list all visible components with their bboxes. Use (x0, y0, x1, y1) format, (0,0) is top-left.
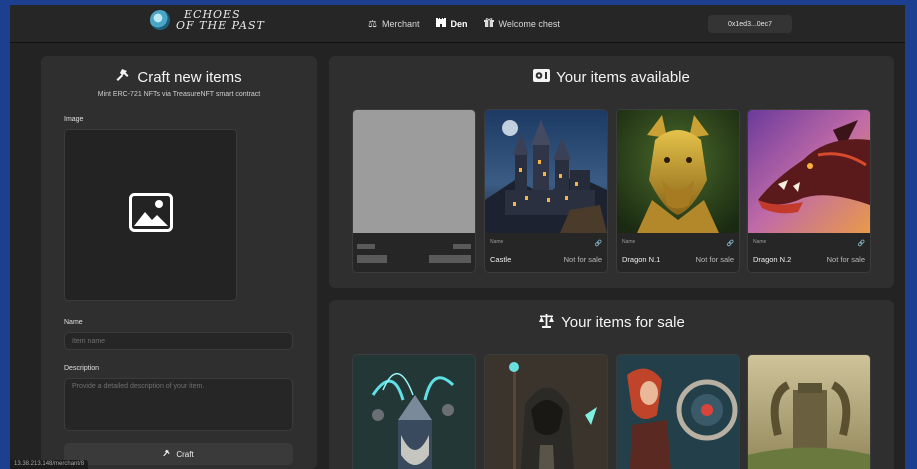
for-sale-title: Your items for sale (329, 313, 894, 332)
link-icon: 🔗 (726, 241, 734, 247)
item-meta: Name 🔗 Dragon N.1 Not for sale (617, 233, 739, 272)
name-caption: Name (622, 239, 636, 245)
image-upload-area[interactable] (64, 129, 237, 301)
red-hair-warrior-image (617, 355, 739, 469)
app-logo[interactable]: ECHOES OF THE PAST (150, 9, 265, 31)
logo-line-2: OF THE PAST (176, 19, 265, 32)
sale-card-dwarf-wizard[interactable] (352, 354, 476, 469)
item-status: Not for sale (826, 255, 865, 264)
nav-links: ⚖ Merchant Den Welcome chest (368, 5, 560, 43)
hammer-icon (163, 449, 171, 459)
sale-card-red-hair-warrior[interactable] (616, 354, 740, 469)
item-card-loading (352, 109, 476, 273)
top-navbar: ECHOES OF THE PAST ⚖ Merchant Den Welcom… (10, 5, 905, 43)
craft-panel: Craft new items Mint ERC-721 NFTs via Tr… (41, 56, 317, 469)
nav-item-merchant[interactable]: ⚖ Merchant (368, 19, 420, 30)
wallet-icon (533, 68, 551, 87)
skeleton-bar (429, 255, 471, 263)
dwarf-wizard-image (353, 355, 475, 469)
nav-item-label: Den (450, 19, 468, 29)
link-icon: 🔗 (594, 241, 602, 247)
red-dragon-image (748, 110, 870, 233)
craft-button[interactable]: Craft (64, 443, 293, 465)
item-name: Dragon N.1 (622, 255, 661, 264)
name-caption: Name (490, 239, 504, 245)
orb-logo-icon (150, 10, 170, 30)
nav-item-welcome-chest[interactable]: Welcome chest (483, 18, 560, 30)
scale-icon (538, 313, 555, 332)
item-image-placeholder (353, 110, 475, 233)
description-label: Description (64, 365, 100, 372)
castle-icon (435, 18, 446, 30)
item-status: Not for sale (695, 255, 734, 264)
scale-icon: ⚖ (368, 18, 377, 30)
name-caption: Name (753, 239, 767, 245)
skeleton-bar (453, 244, 471, 249)
item-card-dragon-1[interactable]: Name 🔗 Dragon N.1 Not for sale (616, 109, 740, 273)
craft-title-text: Craft new items (137, 68, 242, 86)
ancient-ruins-image (748, 355, 870, 469)
available-title-text: Your items available (556, 69, 690, 86)
item-status: Not for sale (563, 255, 602, 264)
skeleton-bar (357, 244, 375, 249)
description-textarea[interactable] (64, 378, 293, 431)
items-for-sale-panel: Your items for sale (329, 300, 894, 469)
image-label: Image (64, 116, 84, 123)
sale-card-ancient-ruins[interactable] (747, 354, 871, 469)
item-meta: Name 🔗 Dragon N.2 Not for sale (748, 233, 870, 272)
wallet-address: 0x1ed3...0ec7 (728, 20, 772, 28)
item-meta-skeleton (353, 233, 475, 272)
hooded-mage-image (485, 355, 607, 469)
skeleton-bar (357, 255, 387, 263)
logo-wordmark: ECHOES OF THE PAST (176, 9, 265, 31)
available-items-panel: Your items available Name 🔗 Castle Not f… (329, 56, 894, 288)
nav-item-den[interactable]: Den (435, 18, 468, 30)
nav-item-label: Merchant (381, 19, 420, 29)
hammer-icon (116, 68, 131, 86)
wallet-address-button[interactable]: 0x1ed3...0ec7 (708, 15, 792, 33)
available-title: Your items available (329, 68, 894, 87)
window-frame-right (905, 0, 917, 469)
for-sale-title-text: Your items for sale (561, 314, 685, 331)
sale-card-hooded-mage[interactable] (484, 354, 608, 469)
craft-button-label: Craft (176, 449, 194, 459)
item-card-castle[interactable]: Name 🔗 Castle Not for sale (484, 109, 608, 273)
item-meta: Name 🔗 Castle Not for sale (485, 233, 607, 272)
item-name-input[interactable] (64, 332, 293, 350)
browser-status-url: 13.38.213.148/merchant/8 (10, 460, 89, 469)
name-label: Name (64, 319, 83, 326)
castle-image (485, 110, 607, 233)
golden-dragon-image (617, 110, 739, 233)
item-name: Dragon N.2 (753, 255, 792, 264)
item-name: Castle (490, 255, 512, 264)
nav-item-label: Welcome chest (498, 19, 560, 29)
link-icon: 🔗 (857, 241, 865, 247)
item-card-dragon-2[interactable]: Name 🔗 Dragon N.2 Not for sale (747, 109, 871, 273)
image-placeholder-icon (128, 193, 173, 237)
craft-subtitle: Mint ERC-721 NFTs via TreasureNFT smart … (97, 91, 261, 98)
craft-title: Craft new items (41, 68, 317, 86)
window-frame-left (0, 0, 10, 469)
gift-icon (483, 18, 494, 30)
